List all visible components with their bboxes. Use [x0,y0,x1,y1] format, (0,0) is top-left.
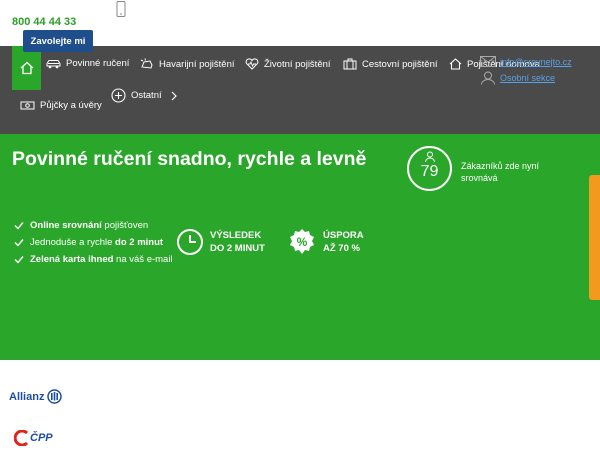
clock-icon [177,229,203,255]
bullet-bold: Online srovnání [30,220,102,231]
email-link[interactable]: info@srovnejto.cz [500,57,572,67]
result-line2: DO 2 MINUT [210,243,265,254]
percent-badge-icon: % [290,229,314,254]
result-time-badge: VÝSLEDEK DO 2 MINUT [176,228,265,256]
allianz-wordmark: Allianz [9,390,45,403]
car-icon [46,59,61,68]
page: 800 44 44 33 Zavolejte mi Povinné ručení… [0,0,600,450]
cpp-mark-icon [14,430,29,446]
bullet-bold: Zelená karta ihned [30,254,114,265]
result-line1: VÝSLEDEK [210,230,262,241]
nav-item-label: Cestovní pojištění [362,58,438,70]
list-item: Online srovnání pojišťoven [12,217,173,234]
list-item: Zelená karta ihned na váš e-mail [12,251,173,268]
home-button[interactable] [12,46,41,90]
user-icon [425,151,435,163]
saving-badge: % ÚSPORA AŽ 70 % [288,228,364,256]
envelope-icon [480,56,496,67]
nav-item-pujcky-a-uvery[interactable]: Půjčky a úvěry [20,100,102,111]
check-icon [14,222,24,230]
nav-item-label: Životní pojištění [264,58,331,70]
crash-car-icon [140,58,153,69]
call-me-button[interactable]: Zavolejte mi [23,30,93,52]
check-icon [14,256,24,264]
phone-number[interactable]: 800 44 44 33 [12,16,76,28]
nav-item-povinne-ruceni[interactable]: Povinné ručení [46,58,129,69]
customers-count: 79 [420,163,439,180]
chevron-right-icon [171,91,177,100]
cpp-logo: ČPP [14,430,53,446]
account-links: info@srovnejto.cz Osobní sekce [480,54,572,85]
nav-item-label: Půjčky a úvěry [40,100,102,111]
saving-line1: ÚSPORA [323,230,364,241]
hero-title: Povinné ručení snadno, rychle a levně [12,148,367,170]
bullet-bold: do 2 minut [115,237,164,248]
bullet-text: pojišťoven [101,220,149,231]
heart-pulse-icon [245,58,259,70]
list-item: Jednoduše a rychle do 2 minut [12,234,173,251]
user-link-row[interactable]: Osobní sekce [480,70,572,85]
bullet-text: Jednoduše a rychle [30,237,116,248]
nav-item-havarijni-pojisteni[interactable]: Havarijní pojištění [140,58,235,70]
money-icon [20,101,35,110]
user-icon [481,71,495,85]
main-nav: Povinné ručení Havarijní pojištění Život… [0,46,600,134]
nav-item-ostatni[interactable]: Ostatní [111,88,183,103]
plus-circle-icon [111,88,126,103]
allianz-logo: Allianz [9,389,63,404]
check-icon [14,239,24,247]
suitcase-icon [343,58,357,70]
saving-line2: AŽ 70 % [323,243,360,254]
hero-banner: Povinné ručení snadno, rychle a levně On… [0,134,600,360]
nav-item-label: Ostatní [131,90,162,101]
house-icon [449,58,462,70]
nav-item-label: Povinné ručení [66,58,130,69]
customers-text: Zákazníků zde nyní srovnává [461,161,540,183]
home-icon [20,61,33,75]
allianz-eagle-icon [47,389,63,404]
user-section-link[interactable]: Osobní sekce [500,73,555,83]
bullet-text: na váš e-mail [113,254,173,265]
nav-item-cestovni-pojisteni[interactable]: Cestovní pojištění [343,58,438,70]
email-link-row[interactable]: info@srovnejto.cz [480,54,572,69]
benefits-list: Online srovnání pojišťoven Jednoduše a r… [12,217,173,268]
cpp-wordmark: ČPP [30,432,53,444]
svg-text:%: % [297,235,308,249]
side-feedback-tab[interactable] [589,175,600,300]
nav-item-label: Havarijní pojištění [159,58,235,70]
mobile-phone-icon [116,1,126,17]
nav-item-zivotni-pojisteni[interactable]: Životní pojištění [245,58,331,70]
